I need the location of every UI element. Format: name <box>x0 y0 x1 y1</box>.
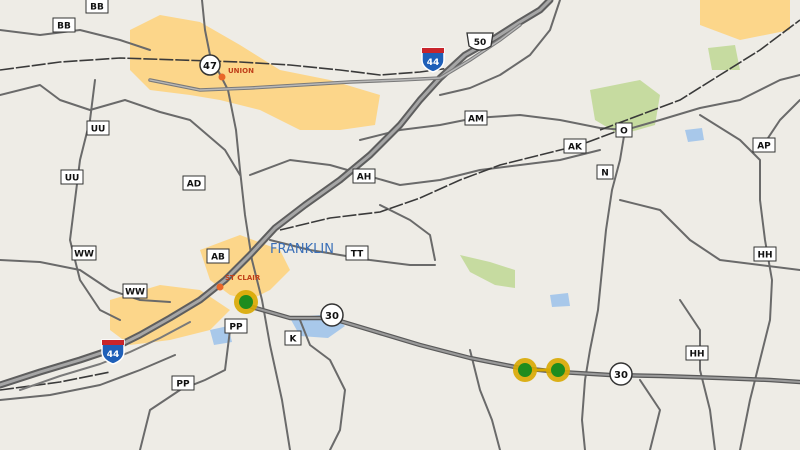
route-label: BB <box>57 22 71 32</box>
route-ad[interactable]: AD <box>182 175 206 191</box>
franklin-county-label[interactable]: FRANKLIN <box>270 242 334 257</box>
letter-route-boxes: BB BB UU UU AD AH AM AK O N AP WW WW AB … <box>52 0 777 391</box>
route-label: HH <box>757 251 772 261</box>
state-shield-30-right[interactable]: 30 <box>609 362 633 386</box>
route-o[interactable]: O <box>615 122 633 138</box>
route-label: AB <box>211 253 225 263</box>
map-overlay: 44 44 50 47 30 30 BB BB UU UU AD AH AM A… <box>52 0 777 391</box>
route-tt[interactable]: TT <box>345 245 369 261</box>
route-bb-top[interactable]: BB <box>85 0 109 14</box>
route-ab[interactable]: AB <box>206 248 230 264</box>
route-n[interactable]: N <box>596 164 614 180</box>
route-label: AP <box>757 142 771 152</box>
route-label: AD <box>187 180 201 190</box>
interstate-number: 44 <box>107 350 120 360</box>
union-town-dot[interactable] <box>218 73 226 81</box>
route-uu-1[interactable]: UU <box>86 120 110 136</box>
route-label: WW <box>125 288 145 298</box>
incident-markers <box>234 290 570 382</box>
state-shield-47[interactable]: 47 <box>199 54 221 76</box>
st-clair-town-dot[interactable] <box>216 283 224 291</box>
route-label: PP <box>176 380 190 390</box>
route-hh-2[interactable]: HH <box>685 345 709 361</box>
town-markers: UNION ST CLAIR FRANKLIN <box>216 67 334 291</box>
st-clair-town-label[interactable]: ST CLAIR <box>225 274 261 282</box>
route-hh-1[interactable]: HH <box>753 246 777 262</box>
map-view[interactable]: 44 44 50 47 30 30 BB BB UU UU AD AH AM A… <box>0 0 800 450</box>
interstate-shield-i44-top[interactable]: 44 <box>421 47 445 73</box>
route-label: PP <box>229 323 243 333</box>
route-uu-2[interactable]: UU <box>60 169 84 185</box>
route-label: AH <box>357 173 372 183</box>
route-label: AM <box>468 115 484 125</box>
route-ap[interactable]: AP <box>752 137 776 153</box>
route-label: HH <box>689 350 704 360</box>
state-shield-30-mid[interactable]: 30 <box>320 303 344 327</box>
route-ww-1[interactable]: WW <box>71 245 97 261</box>
incident-marker[interactable] <box>546 358 570 382</box>
route-label: UU <box>65 174 80 184</box>
us-route-number: 50 <box>474 38 487 48</box>
route-ak[interactable]: AK <box>563 138 587 154</box>
route-label: WW <box>74 250 94 260</box>
interstate-shield-i44-bottom[interactable]: 44 <box>101 339 125 365</box>
incident-marker[interactable] <box>513 358 537 382</box>
route-label: N <box>601 169 609 179</box>
route-ww-2[interactable]: WW <box>122 283 148 299</box>
state-route-number: 30 <box>614 370 628 381</box>
state-route-number: 47 <box>203 61 217 72</box>
incident-marker[interactable] <box>234 290 258 314</box>
route-am[interactable]: AM <box>464 110 488 126</box>
route-label: UU <box>91 125 106 135</box>
route-label: BB <box>90 3 104 13</box>
state-route-number: 30 <box>325 311 339 322</box>
us-shield-50[interactable]: 50 <box>466 32 494 51</box>
route-pp-1[interactable]: PP <box>224 318 248 334</box>
route-k[interactable]: K <box>284 330 302 346</box>
route-label: AK <box>568 143 583 153</box>
route-label: O <box>620 127 628 137</box>
route-label: K <box>290 335 298 345</box>
route-label: TT <box>351 250 364 260</box>
route-pp-2[interactable]: PP <box>171 375 195 391</box>
union-town-label[interactable]: UNION <box>228 67 254 75</box>
route-bb[interactable]: BB <box>52 17 76 33</box>
interstate-number: 44 <box>427 58 440 68</box>
route-ah[interactable]: AH <box>352 168 376 184</box>
